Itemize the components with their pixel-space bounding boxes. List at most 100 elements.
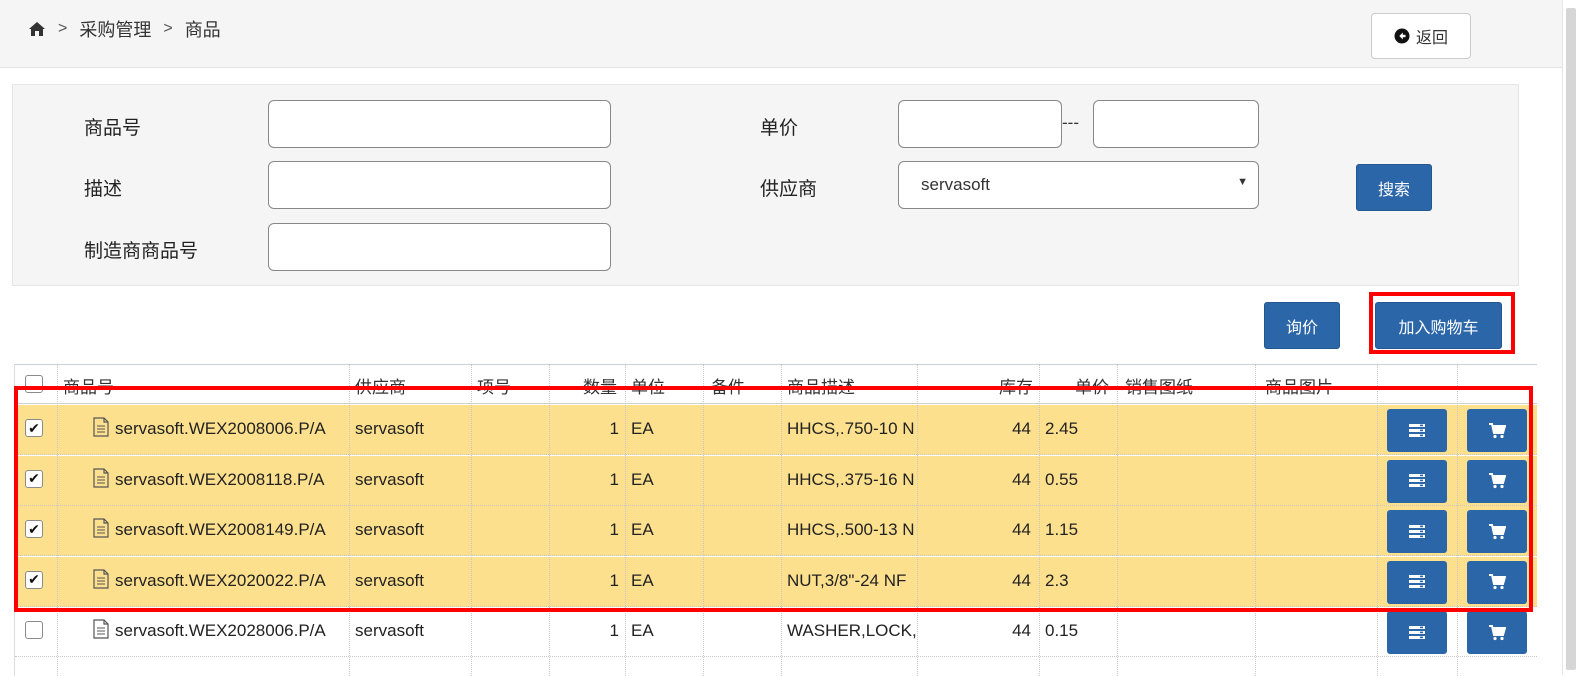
breadcrumb-separator: > <box>163 20 173 37</box>
cell-unit: EA <box>631 419 654 438</box>
column-header-description[interactable]: 商品描述 <box>787 373 855 398</box>
cell-stock: 44 <box>1012 520 1031 539</box>
back-button[interactable]: 返回 <box>1371 13 1471 59</box>
cell-qty: 1 <box>609 469 619 489</box>
cell-unit: EA <box>631 520 654 539</box>
cell-item-no[interactable]: servasoft.WEX2008006.P/A <box>115 419 347 439</box>
detail-button[interactable] <box>1387 560 1447 604</box>
column-header-drawing[interactable]: 销售图纸 <box>1125 373 1193 398</box>
document-icon <box>93 417 109 437</box>
column-header-item-no[interactable]: 商品号 <box>63 373 114 398</box>
row-checkbox[interactable]: ✔ <box>25 570 43 589</box>
cell-supplier: servasoft <box>355 621 424 640</box>
cell-description: WASHER,LOCK,S <box>787 621 917 640</box>
inquiry-button[interactable]: 询价 <box>1264 302 1340 349</box>
add-item-to-cart-button[interactable] <box>1467 510 1527 553</box>
cell-stock: 44 <box>1012 570 1031 590</box>
cell-stock: 44 <box>1012 469 1031 489</box>
cart-icon <box>1489 624 1506 640</box>
home-icon[interactable] <box>28 20 46 38</box>
row-checkbox[interactable]: ✔ <box>25 419 43 437</box>
list-icon <box>1409 575 1425 588</box>
description-input[interactable] <box>268 161 611 209</box>
column-divider <box>57 364 58 676</box>
cell-item-no[interactable]: servasoft.WEX2020022.P/A <box>115 571 347 591</box>
table-row[interactable]: servasoft.WEX2028006.P/A servasoft 1 EA WASH… <box>15 607 1537 657</box>
detail-button[interactable] <box>1387 611 1447 654</box>
page: > 采购管理 > 商品 返回 商品号 描述 制造商商品号 单价 --- 供应商 … <box>0 0 1562 676</box>
table-row[interactable]: ✔ servasoft.WEX2008118.P/A servasoft 1 EA HHC… <box>15 455 1537 506</box>
cell-qty: 1 <box>609 570 619 590</box>
item-no-input[interactable] <box>268 100 611 148</box>
cell-stock: 44 <box>1012 419 1031 438</box>
breadcrumb-bar: > 采购管理 > 商品 返回 <box>0 0 1562 68</box>
column-header-supplier[interactable]: 供应商 <box>355 373 406 398</box>
column-divider <box>1039 364 1040 676</box>
supplier-select-value: servasoft <box>921 175 990 194</box>
price-max-input[interactable] <box>1093 100 1259 148</box>
detail-button[interactable] <box>1387 510 1447 553</box>
table-row[interactable]: ✔ servasoft.WEX2020022.P/A servasoft 1 EA NUT… <box>15 556 1537 607</box>
list-icon <box>1409 423 1425 437</box>
table-row[interactable]: ✔ servasoft.WEX2008149.P/A servasoft 1 EA HHC… <box>15 506 1537 556</box>
circle-arrow-left-icon <box>1394 28 1410 44</box>
price-range-separator: --- <box>1062 113 1079 132</box>
cell-qty: 1 <box>609 621 619 640</box>
column-header-stock[interactable]: 库存 <box>999 373 1033 398</box>
price-min-input[interactable] <box>898 100 1062 148</box>
column-header-qty[interactable]: 数量 <box>583 373 617 398</box>
list-icon <box>1409 524 1425 538</box>
row-checkbox[interactable]: ✔ <box>25 469 43 488</box>
cell-unit: EA <box>631 570 654 590</box>
cell-price: 1.15 <box>1045 520 1079 539</box>
column-header-unit[interactable]: 单位 <box>631 373 665 398</box>
mfr-item-no-input[interactable] <box>268 223 611 271</box>
cell-qty: 1 <box>609 520 619 539</box>
cell-price: 2.3 <box>1045 570 1069 590</box>
add-item-to-cart-button[interactable] <box>1467 459 1527 503</box>
cell-description: HHCS,.750-10 N <box>787 419 915 438</box>
scrollbar-thumb[interactable] <box>1566 8 1576 670</box>
column-divider <box>349 364 350 676</box>
detail-button[interactable] <box>1387 459 1447 503</box>
supplier-label: 供应商 <box>760 179 818 200</box>
column-header-line-no[interactable]: 项号 <box>477 373 511 398</box>
cell-item-no[interactable]: servasoft.WEX2008149.P/A <box>115 520 347 540</box>
breadcrumb-item-procurement[interactable]: 采购管理 <box>79 16 151 42</box>
cell-item-no[interactable]: servasoft.WEX2028006.P/A <box>115 621 347 641</box>
supplier-select[interactable]: servasoft ▼ <box>898 161 1259 209</box>
add-item-to-cart-button[interactable] <box>1467 560 1527 604</box>
breadcrumb-separator: > <box>58 20 68 37</box>
cell-price: 0.15 <box>1045 621 1079 640</box>
row-checkbox[interactable] <box>25 621 43 639</box>
detail-button[interactable] <box>1387 409 1447 452</box>
cell-description: NUT,3/8"-24 NF <box>787 570 907 590</box>
table-row[interactable]: ✔ servasoft.WEX2008006.P/A servasoft 1 EA HHC… <box>15 405 1537 455</box>
description-label: 描述 <box>84 179 123 200</box>
cell-supplier: servasoft <box>355 520 424 539</box>
add-to-cart-button[interactable]: 加入购物车 <box>1375 302 1502 349</box>
row-checkbox[interactable]: ✔ <box>25 520 43 538</box>
document-icon <box>93 619 109 639</box>
cell-price: 0.55 <box>1045 469 1079 489</box>
column-divider <box>1377 364 1378 676</box>
dropdown-arrow-icon: ▼ <box>1237 176 1248 188</box>
add-item-to-cart-button[interactable] <box>1467 409 1527 452</box>
table-header: 商品号 供应商 项号 数量 单位 备件 商品描述 库存 单价 销售图纸 商品图片 <box>15 364 1537 404</box>
cell-qty: 1 <box>609 419 619 438</box>
item-no-label: 商品号 <box>84 118 142 139</box>
column-divider <box>471 364 472 676</box>
column-divider <box>1117 364 1118 676</box>
document-icon <box>93 518 109 538</box>
select-all-checkbox[interactable] <box>25 375 43 393</box>
cell-price: 2.45 <box>1045 419 1079 438</box>
column-divider <box>1457 364 1458 676</box>
add-item-to-cart-button[interactable] <box>1467 611 1527 654</box>
cell-item-no[interactable]: servasoft.WEX2008118.P/A <box>115 470 347 490</box>
column-header-spare[interactable]: 备件 <box>711 373 745 398</box>
column-header-price[interactable]: 单价 <box>1075 373 1109 398</box>
search-button[interactable]: 搜索 <box>1356 164 1432 211</box>
cell-stock: 44 <box>1012 621 1031 640</box>
cart-icon <box>1489 574 1506 590</box>
column-header-image[interactable]: 商品图片 <box>1265 373 1333 398</box>
